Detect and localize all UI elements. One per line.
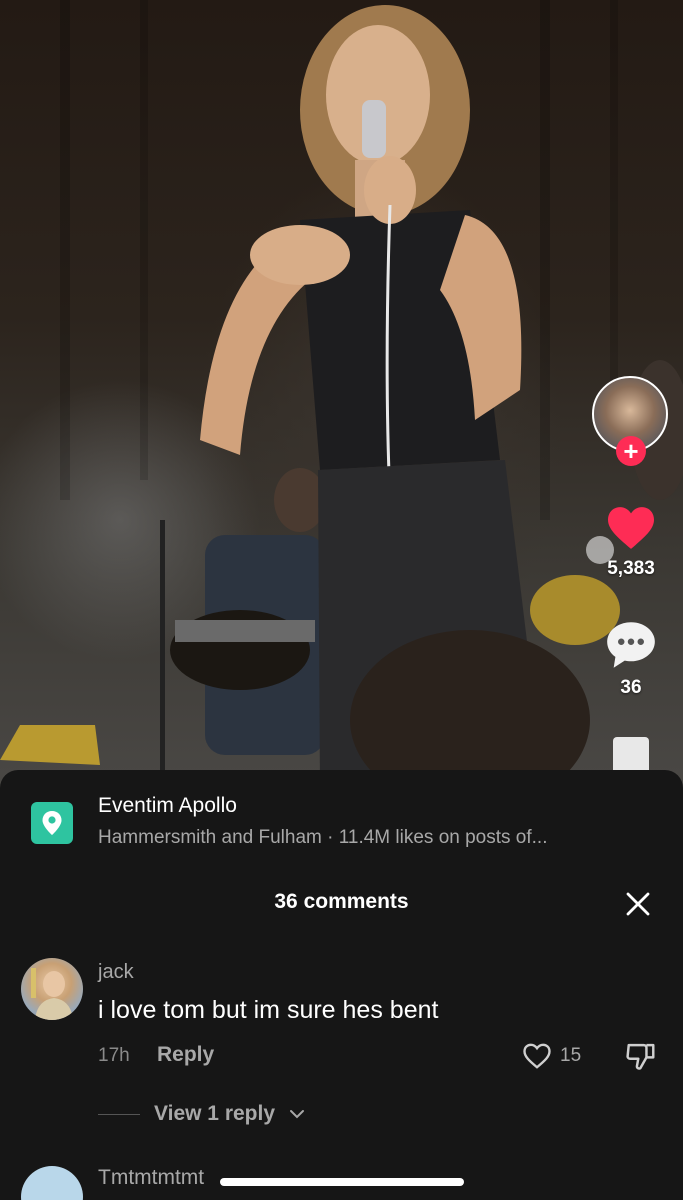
comment-count: 36: [620, 677, 642, 698]
comments-title: 36 comments: [274, 890, 409, 913]
follow-plus-icon[interactable]: +: [616, 436, 646, 466]
location-name: Eventim Apollo: [98, 794, 237, 817]
comment-item: jack i love tom but im sure hes bent 17h…: [0, 955, 683, 1105]
commenter-username[interactable]: jack: [98, 961, 134, 984]
comment-bubble-icon: [607, 622, 655, 668]
location-row[interactable]: Eventim Apollo Hammersmith and Fulham · …: [31, 792, 651, 852]
divider-line: [98, 1113, 140, 1115]
comment-like-count: 15: [560, 1045, 582, 1066]
close-icon[interactable]: [622, 888, 654, 920]
comments-sheet: Eventim Apollo Hammersmith and Fulham · …: [0, 770, 683, 1200]
like-count: 5,383: [607, 558, 655, 579]
comment-timestamp: 17h: [98, 1045, 130, 1066]
like-button[interactable]: 5,383: [591, 505, 671, 580]
commenter-username[interactable]: Tmtmtmtmt: [98, 1166, 204, 1190]
video-player[interactable]: [0, 0, 683, 790]
comment-like-button[interactable]: 15: [522, 1041, 581, 1071]
thumbs-down-icon[interactable]: [624, 1041, 658, 1071]
home-indicator[interactable]: [220, 1178, 464, 1186]
view-replies-label: View 1 reply: [154, 1102, 276, 1125]
location-subtitle: Hammersmith and Fulham · 11.4M likes on …: [98, 827, 548, 848]
reply-button[interactable]: Reply: [157, 1043, 214, 1067]
creator-profile[interactable]: +: [592, 376, 670, 466]
view-replies-button[interactable]: View 1 reply: [98, 1102, 305, 1126]
comment-text: i love tom but im sure hes bent: [98, 996, 439, 1024]
commenter-avatar[interactable]: [21, 1166, 83, 1200]
chevron-down-icon: [290, 1110, 305, 1119]
heart-outline-icon: [523, 1043, 551, 1069]
heart-icon: [608, 507, 654, 549]
video-frame: [0, 0, 683, 790]
comment-button[interactable]: 36: [591, 620, 671, 699]
commenter-avatar[interactable]: [21, 958, 83, 1020]
location-pin-icon: [31, 802, 73, 844]
